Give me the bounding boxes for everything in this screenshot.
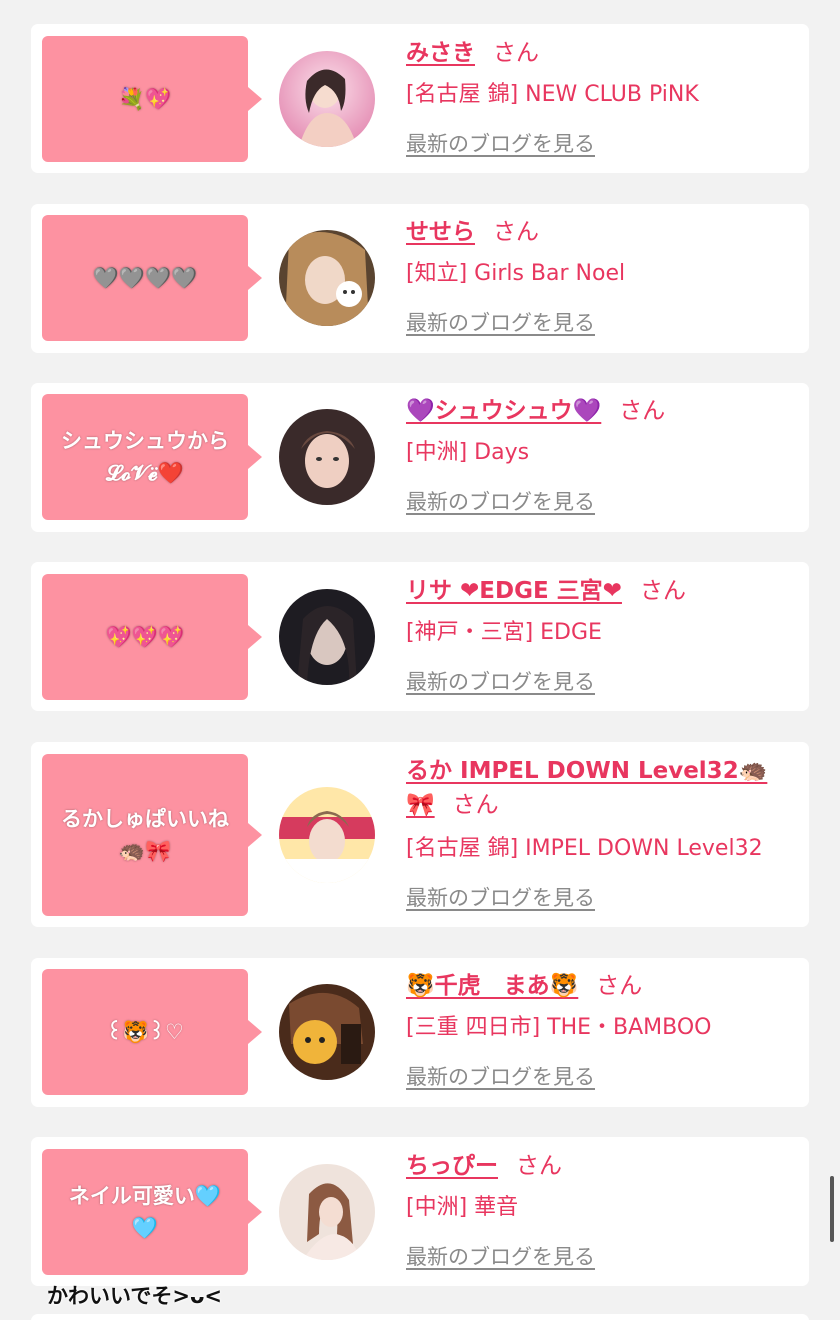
avatar[interactable] bbox=[279, 787, 375, 883]
honorific: さん bbox=[639, 578, 686, 604]
honorific: さん bbox=[596, 973, 643, 999]
shop-label: [中洲] Days bbox=[406, 440, 530, 465]
name-line: リサ ❤︎EDGE 三宮❤︎ さん bbox=[406, 574, 801, 608]
avatar[interactable] bbox=[279, 51, 375, 147]
list-item: ネイル可愛い🩵 🩵 ちっぴー さん [中洲] 華音 最新のブログを見る bbox=[31, 1137, 809, 1286]
honorific: さん bbox=[619, 398, 666, 424]
latest-blog-link[interactable]: 最新のブログを見る bbox=[406, 488, 595, 516]
avatar-photo-icon bbox=[279, 589, 375, 685]
honorific: さん bbox=[493, 219, 539, 245]
comment-bubble: 🩶🩶🩶🩶 bbox=[42, 215, 262, 341]
list-item: るかしゅぱいいね 🦔🎀 るか IMPEL DOWN Level32🦔 🎀 さん [… bbox=[31, 742, 809, 927]
overlay-caption: かわいいでそ>ᴗ< bbox=[47, 1284, 222, 1308]
name-line: 💜シュウシュウ💜 さん bbox=[406, 394, 801, 428]
avatar-photo-icon bbox=[279, 51, 375, 147]
user-name-link[interactable]: リサ ❤︎EDGE 三宮❤︎ bbox=[406, 578, 622, 604]
user-name-link[interactable]: ちっぴー bbox=[406, 1153, 498, 1179]
comment-bubble: 💐💖 bbox=[42, 36, 262, 162]
avatar[interactable] bbox=[279, 1164, 375, 1260]
list-item: 💐💖 みさき さん [名古屋 錦] NEW CLUB PiNK 最新のブログを見る bbox=[31, 24, 809, 173]
avatar[interactable] bbox=[279, 984, 375, 1080]
user-name-link[interactable]: 💜シュウシュウ💜 bbox=[406, 398, 601, 424]
name-line: みさき さん bbox=[406, 36, 801, 70]
shop-label: [知立] Girls Bar Noel bbox=[406, 261, 626, 286]
latest-blog-link[interactable]: 最新のブログを見る bbox=[406, 1063, 595, 1091]
comment-bubble: ネイル可愛い🩵 🩵 bbox=[42, 1149, 262, 1275]
latest-blog-link[interactable]: 最新のブログを見る bbox=[406, 309, 595, 337]
comment-bubble: ꒰🐯꒱♡ bbox=[42, 969, 262, 1095]
user-name-link[interactable]: るか IMPEL DOWN Level32🦔 bbox=[406, 758, 767, 784]
avatar-photo-icon bbox=[279, 984, 375, 1080]
comment-bubble: シュウシュウから 𝓛𝓸𝓥𝓮̈❤️ bbox=[42, 394, 262, 520]
avatar[interactable] bbox=[279, 409, 375, 505]
comment-bubble: 💖💖💖 bbox=[42, 574, 262, 700]
latest-blog-link[interactable]: 最新のブログを見る bbox=[406, 884, 595, 912]
user-name-link[interactable]: せせら bbox=[406, 219, 475, 245]
comment-bubble: るかしゅぱいいね 🦔🎀 bbox=[42, 754, 262, 916]
honorific: さん bbox=[516, 1153, 562, 1179]
avatar-photo-icon bbox=[279, 409, 375, 505]
avatar-photo-icon bbox=[279, 230, 375, 326]
name-line: るか IMPEL DOWN Level32🦔 🎀 さん bbox=[406, 754, 801, 822]
name-line: ちっぴー さん bbox=[406, 1149, 801, 1183]
next-list-item-edge bbox=[31, 1314, 809, 1320]
avatar[interactable] bbox=[279, 230, 375, 326]
list-item: ꒰🐯꒱♡ 🐯千虎 まあ🐯 さん [三重 四日市] THE・BAMBOO 最新のブロ… bbox=[31, 958, 809, 1107]
shop-label: [名古屋 錦] NEW CLUB PiNK bbox=[406, 82, 699, 107]
shop-label: [名古屋 錦] IMPEL DOWN Level32 bbox=[406, 836, 763, 861]
honorific: さん bbox=[493, 40, 539, 66]
user-name-link[interactable]: 🐯千虎 まあ🐯 bbox=[406, 973, 578, 999]
avatar[interactable] bbox=[279, 589, 375, 685]
name-line: せせら さん bbox=[406, 215, 801, 249]
shop-label: [神戸・三宮] EDGE bbox=[406, 620, 602, 645]
shop-label: [三重 四日市] THE・BAMBOO bbox=[406, 1015, 712, 1040]
honorific: さん bbox=[452, 792, 499, 818]
scrollbar[interactable] bbox=[830, 1176, 834, 1242]
user-name-link-continued[interactable]: 🎀 bbox=[406, 792, 435, 818]
list-item: 💖💖💖 リサ ❤︎EDGE 三宮❤︎ さん [神戸・三宮] EDGE 最新のブログ… bbox=[31, 562, 809, 711]
user-name-link[interactable]: みさき bbox=[406, 40, 475, 66]
shop-label: [中洲] 華音 bbox=[406, 1195, 519, 1220]
list-item: 🩶🩶🩶🩶 せせら さん [知立] Girls Bar Noel 最新のブログを見る bbox=[31, 204, 809, 353]
list-item: シュウシュウから 𝓛𝓸𝓥𝓮̈❤️ 💜シュウシュウ💜 さん [中洲] Days 最新… bbox=[31, 383, 809, 532]
avatar-photo-icon bbox=[279, 787, 375, 883]
latest-blog-link[interactable]: 最新のブログを見る bbox=[406, 1243, 595, 1271]
latest-blog-link[interactable]: 最新のブログを見る bbox=[406, 130, 595, 158]
name-line: 🐯千虎 まあ🐯 さん bbox=[406, 969, 801, 1003]
latest-blog-link[interactable]: 最新のブログを見る bbox=[406, 668, 595, 696]
avatar-photo-icon bbox=[279, 1164, 375, 1260]
